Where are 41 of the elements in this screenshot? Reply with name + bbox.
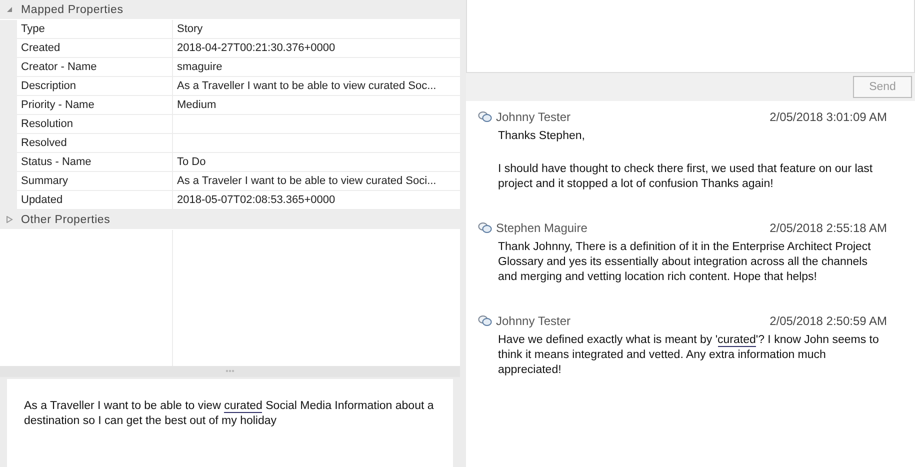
author-name: Stephen Maguire [496,221,588,235]
author-name: Johnny Tester [496,110,570,124]
message-input[interactable] [466,0,915,73]
property-name: Creator - Name [17,58,173,76]
message-time: 2/05/2018 3:01:09 AM [770,110,887,124]
message-text: I should have thought to check there first, we used that feature on our last project and it stopped a lot of confusion Thanks again! [498,162,874,192]
glossary-link[interactable]: curated [224,400,262,413]
message-time: 2/05/2018 2:50:59 AM [770,314,887,328]
property-name: Resolved [17,134,173,152]
description-panel[interactable]: As a Traveller I want to be able to view curated Social Media Information about a destination so I can get the best out of my holiday [7,379,453,467]
property-name: Status - Name [17,153,173,171]
splitter-grip[interactable] [226,370,234,374]
property-name: Priority - Name [17,96,173,114]
message-text: Thank Johnny, There is a definition of it in the Enterprise Architect Project Glossary and yes its essentially about integration across all the channels and merging and vetting location rich content. Hope that helps! [498,240,872,285]
property-value[interactable]: smaguire [177,61,222,73]
property-name: Summary [17,172,173,190]
property-name: Type [17,20,173,38]
property-value[interactable]: As a Traveller I want to be able to view curated Soc... [177,80,436,92]
expand-icon [6,216,13,223]
glossary-link[interactable]: curated [718,334,756,347]
description-text: As a Traveller I want to be able to view curated Social Media Information about a destination so I can get the best out of my holiday [24,399,435,429]
chat-bubbles-icon [478,315,492,327]
property-value[interactable]: As a Traveler I want to be able to view curated Soci... [177,175,436,187]
property-name: Description [17,77,173,95]
property-value[interactable]: 2018-05-07T02:08:53.365+0000 [177,194,336,206]
property-value[interactable]: 2018-04-27T00:21:30.376+0000 [177,42,336,54]
expand-icon [6,6,13,13]
property-value[interactable]: Story [177,23,203,35]
property-name: Updated [17,191,173,209]
chat-bubbles-icon [478,111,492,123]
section-title: Other Properties [21,214,110,226]
property-name: Created [17,39,173,57]
property-name: Resolution [17,115,173,133]
message-time: 2/05/2018 2:55:18 AM [770,221,887,235]
property-value[interactable]: Medium [177,99,216,111]
section-title: Mapped Properties [21,4,124,16]
property-value[interactable]: To Do [177,156,206,168]
message-text: Thanks Stephen, [498,129,586,144]
author-name: Johnny Tester [496,314,570,328]
message-text: Have we defined exactly what is meant by 'curated'? I know John seems to think it means integrated and vetted. Any extra information much appreciated! [498,333,880,378]
chat-bubbles-icon [478,222,492,234]
